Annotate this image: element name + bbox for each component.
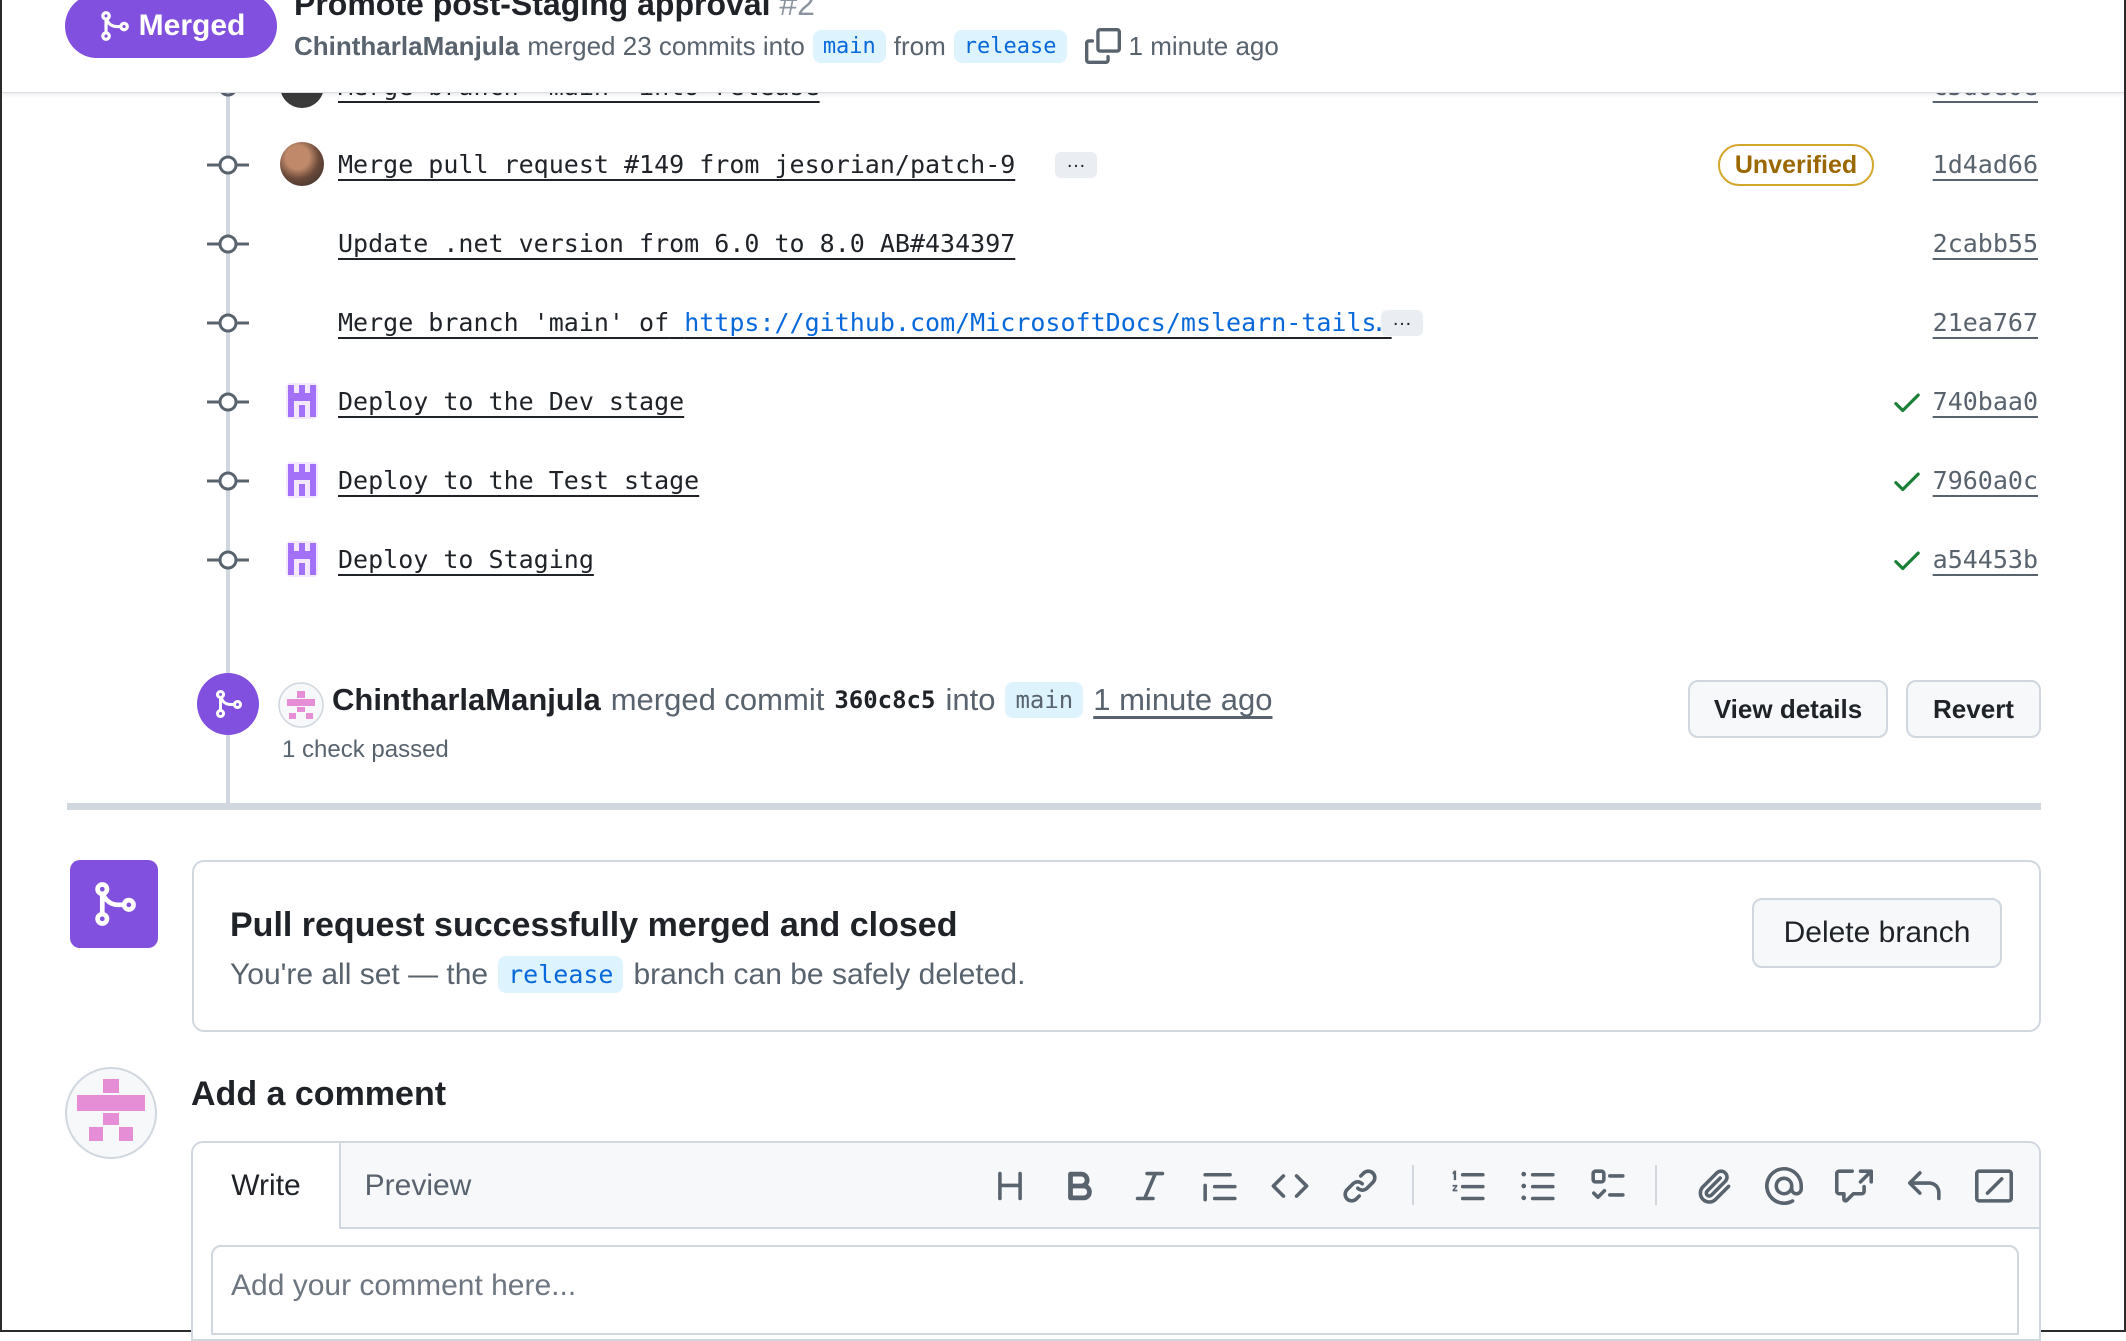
- git-commit-icon: [207, 234, 249, 254]
- tab-write[interactable]: Write: [193, 1143, 341, 1229]
- commit-message-text: Merge branch 'main' of: [338, 308, 670, 337]
- slash-command-icon[interactable]: [1975, 1167, 2013, 1205]
- pr-sticky-header: Merged Promote post-Staging approval #2 …: [2, 0, 2124, 93]
- commit-sha-link[interactable]: 1d4ad66: [1933, 150, 2038, 179]
- commit-row: Deploy to the Dev stage 740baa0: [2, 379, 2124, 429]
- commit-row: Merge branch 'main' of https://github.co…: [2, 300, 2124, 350]
- link-icon[interactable]: [1341, 1167, 1379, 1205]
- pr-title: Promote post-Staging approval #2: [294, 0, 815, 23]
- git-commit-icon: [207, 550, 249, 570]
- merge-text: merged commit: [610, 682, 825, 717]
- commit-message-link[interactable]: Merge pull request #149 from jesorian/pa…: [338, 150, 1015, 179]
- merged-status-box: Pull request successfully merged and clo…: [192, 860, 2041, 1032]
- merge-branch-label[interactable]: main: [1005, 682, 1084, 718]
- head-branch-label[interactable]: release: [953, 29, 1067, 63]
- user-avatar[interactable]: [278, 682, 324, 728]
- pr-time: 1 minute ago: [1128, 30, 1279, 61]
- pr-subtitle: ChintharlaManjula merged 23 commits into…: [294, 28, 1279, 64]
- revert-button[interactable]: Revert: [1906, 680, 2041, 738]
- check-icon[interactable]: [1890, 543, 1924, 577]
- azure-pipelines-avatar[interactable]: [280, 537, 324, 581]
- copy-icon[interactable]: [1084, 28, 1121, 64]
- git-commit-icon: [207, 313, 249, 333]
- pr-number: #2: [779, 0, 815, 22]
- merged-status-text-before: You're all set — the: [230, 957, 489, 991]
- reply-icon[interactable]: [1905, 1167, 1943, 1205]
- git-merge-icon: [100, 11, 129, 41]
- pr-from-text: from: [893, 30, 946, 61]
- quote-icon[interactable]: [1201, 1167, 1239, 1205]
- azure-pipelines-avatar[interactable]: [280, 379, 324, 423]
- merged-status-subtitle: You're all set — the release branch can …: [230, 956, 1025, 993]
- toolbar-divider: [1412, 1165, 1414, 1205]
- attach-icon[interactable]: [1695, 1167, 1733, 1205]
- merged-label: Merged: [138, 9, 246, 42]
- bold-icon[interactable]: [1061, 1167, 1099, 1205]
- commit-sha-link[interactable]: 2cabb55: [1933, 229, 2038, 258]
- avatar[interactable]: [280, 142, 324, 186]
- commit-message-link[interactable]: Deploy to Staging: [338, 545, 594, 574]
- task-list-icon[interactable]: [1589, 1167, 1627, 1205]
- merged-status-icon: [70, 860, 158, 948]
- tab-preview[interactable]: Preview: [343, 1143, 493, 1229]
- expand-commit-button[interactable]: …: [1381, 309, 1423, 336]
- current-user-avatar[interactable]: [65, 1067, 157, 1159]
- pr-merged-text: merged 23 commits into: [527, 30, 805, 61]
- delete-branch-button[interactable]: Delete branch: [1752, 898, 2002, 968]
- azure-pipelines-avatar[interactable]: [280, 458, 324, 502]
- pr-author-link[interactable]: ChintharlaManjula: [294, 31, 519, 62]
- check-icon[interactable]: [1890, 464, 1924, 498]
- base-branch-label[interactable]: main: [812, 29, 886, 63]
- pr-title-text: Promote post-Staging approval: [294, 0, 771, 22]
- merged-state-badge: Merged: [65, 0, 277, 58]
- commit-message-link[interactable]: Merge branch 'main' of https://github.co…: [338, 308, 1392, 337]
- commit-message-link[interactable]: Update .net version from 6.0 to 8.0 AB#4…: [338, 229, 1015, 258]
- merge-event-badge: [197, 673, 259, 735]
- comment-textarea[interactable]: Add your comment here...: [211, 1245, 2019, 1335]
- git-merge-icon: [95, 882, 136, 926]
- mention-icon[interactable]: [1765, 1167, 1803, 1205]
- check-icon[interactable]: [1890, 385, 1924, 419]
- unordered-list-icon[interactable]: [1519, 1167, 1557, 1205]
- editor-toolbar: Write Preview: [193, 1143, 2039, 1229]
- release-branch-label[interactable]: release: [498, 956, 624, 993]
- commit-message-link[interactable]: Deploy to the Dev stage: [338, 387, 684, 416]
- merge-author-link[interactable]: ChintharlaManjula: [332, 682, 601, 718]
- commit-message-link[interactable]: Deploy to the Test stage: [338, 466, 699, 495]
- merge-time-link[interactable]: 1 minute ago: [1093, 682, 1272, 718]
- checks-status[interactable]: 1 check passed: [282, 736, 449, 764]
- commit-sha-link[interactable]: 21ea767: [1933, 308, 2038, 337]
- expand-commit-button[interactable]: …: [1055, 151, 1097, 178]
- commit-sha-link[interactable]: 7960a0c: [1933, 466, 2038, 495]
- merge-commit-sha-link[interactable]: 360c8c5: [834, 686, 935, 714]
- commit-sha-link[interactable]: a54453b: [1933, 545, 2038, 574]
- git-commit-icon: [207, 471, 249, 491]
- merged-status-title: Pull request successfully merged and clo…: [230, 906, 958, 944]
- unverified-badge[interactable]: Unverified: [1718, 144, 1874, 186]
- merge-into-text: into: [945, 682, 996, 717]
- reference-icon[interactable]: [1835, 1167, 1873, 1205]
- commit-row: Update .net version from 6.0 to 8.0 AB#4…: [2, 221, 2124, 271]
- code-icon[interactable]: [1271, 1167, 1309, 1205]
- commit-sha-link[interactable]: 740baa0: [1933, 387, 2038, 416]
- ordered-list-icon[interactable]: [1449, 1167, 1487, 1205]
- add-comment-heading: Add a comment: [191, 1075, 447, 1113]
- git-merge-icon: [216, 690, 243, 718]
- git-commit-icon: [207, 155, 249, 175]
- git-commit-icon: [207, 392, 249, 412]
- toolbar-divider: [1655, 1165, 1657, 1205]
- merge-event-text: ChintharlaManjula merged commit 360c8c5 …: [332, 682, 1272, 718]
- view-details-button[interactable]: View details: [1688, 680, 1888, 738]
- italic-icon[interactable]: [1131, 1167, 1169, 1205]
- merged-status-text-after: branch can be safely deleted.: [633, 957, 1026, 991]
- heading-icon[interactable]: [991, 1167, 1029, 1205]
- commit-row: Deploy to the Test stage 7960a0c: [2, 458, 2124, 508]
- timeline-divider: [67, 803, 2041, 810]
- comment-editor: Write Preview Add your comment here...: [191, 1141, 2041, 1341]
- identicon-icon: [77, 1079, 145, 1141]
- commit-row: Merge pull request #149 from jesorian/pa…: [2, 142, 2124, 192]
- commit-row: Deploy to Staging a54453b: [2, 537, 2124, 587]
- commit-url-link[interactable]: https://github.com/MicrosoftDocs/mslearn…: [684, 308, 1391, 337]
